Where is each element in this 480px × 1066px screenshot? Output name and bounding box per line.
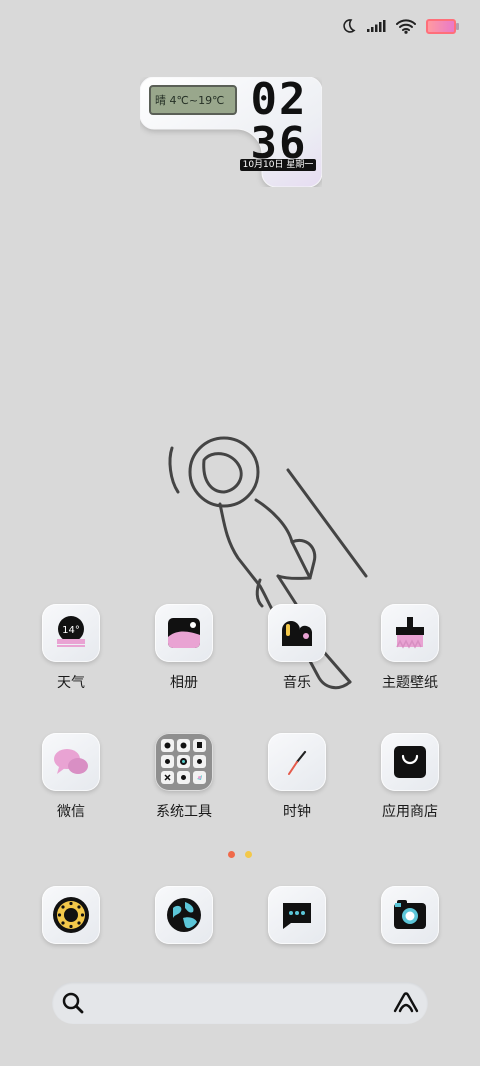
app-label-weather: 天气 xyxy=(57,675,85,691)
page-dot[interactable] xyxy=(245,851,252,858)
app-clock[interactable]: 时钟 xyxy=(247,733,347,821)
app-label-music: 音乐 xyxy=(283,675,311,691)
search-icon[interactable] xyxy=(60,990,86,1016)
signal-icon xyxy=(367,20,386,32)
dock-messages[interactable] xyxy=(247,886,347,944)
date-label: 10月10日 星期一 xyxy=(240,159,316,171)
app-system-tools-folder[interactable]: 系统工具 xyxy=(134,733,234,821)
assistant-icon[interactable] xyxy=(392,991,420,1015)
dock-phone[interactable] xyxy=(21,886,121,944)
app-label-clock: 时钟 xyxy=(283,804,311,820)
gallery-icon xyxy=(155,604,213,662)
app-label-wechat: 微信 xyxy=(57,804,85,820)
music-icon xyxy=(268,604,326,662)
hour-digits: 02 xyxy=(250,74,308,125)
page-indicator[interactable] xyxy=(0,851,480,858)
clock-widget[interactable]: 晴 4℃~19℃ 02 36 10月10日 星期一 xyxy=(140,77,322,187)
app-store-icon xyxy=(381,733,439,791)
clock-icon xyxy=(268,733,326,791)
search-bar[interactable] xyxy=(52,982,428,1024)
weather-temp-badge: 14° xyxy=(62,625,80,636)
page-dot-active[interactable] xyxy=(228,851,235,858)
moon-icon xyxy=(343,19,356,33)
app-gallery[interactable]: 相册 xyxy=(134,604,234,692)
app-wechat[interactable]: 微信 xyxy=(21,733,121,821)
wechat-icon xyxy=(42,733,100,791)
dock-camera[interactable] xyxy=(360,886,460,944)
app-label-store: 应用商店 xyxy=(382,804,438,820)
app-label-theme: 主题壁纸 xyxy=(382,675,438,691)
app-theme[interactable]: 主题壁纸 xyxy=(360,604,460,692)
phone-dial-icon xyxy=(42,886,100,944)
dock-browser[interactable] xyxy=(134,886,234,944)
battery-icon xyxy=(426,18,459,34)
time-display: 02 36 xyxy=(244,78,314,166)
app-label-system-tools: 系统工具 xyxy=(156,804,212,820)
theme-brush-icon xyxy=(381,604,439,662)
weather-lcd-display: 晴 4℃~19℃ xyxy=(149,85,237,115)
messages-icon xyxy=(268,886,326,944)
browser-globe-icon xyxy=(155,886,213,944)
weather-icon: 14° xyxy=(42,604,100,662)
app-music[interactable]: 音乐 xyxy=(247,604,347,692)
app-label-gallery: 相册 xyxy=(170,675,198,691)
app-store[interactable]: 应用商店 xyxy=(360,733,460,821)
wifi-icon xyxy=(396,18,416,34)
app-weather[interactable]: 14° 天气 xyxy=(21,604,121,692)
camera-icon xyxy=(381,886,439,944)
status-bar xyxy=(340,18,459,34)
folder-icon xyxy=(155,733,213,791)
